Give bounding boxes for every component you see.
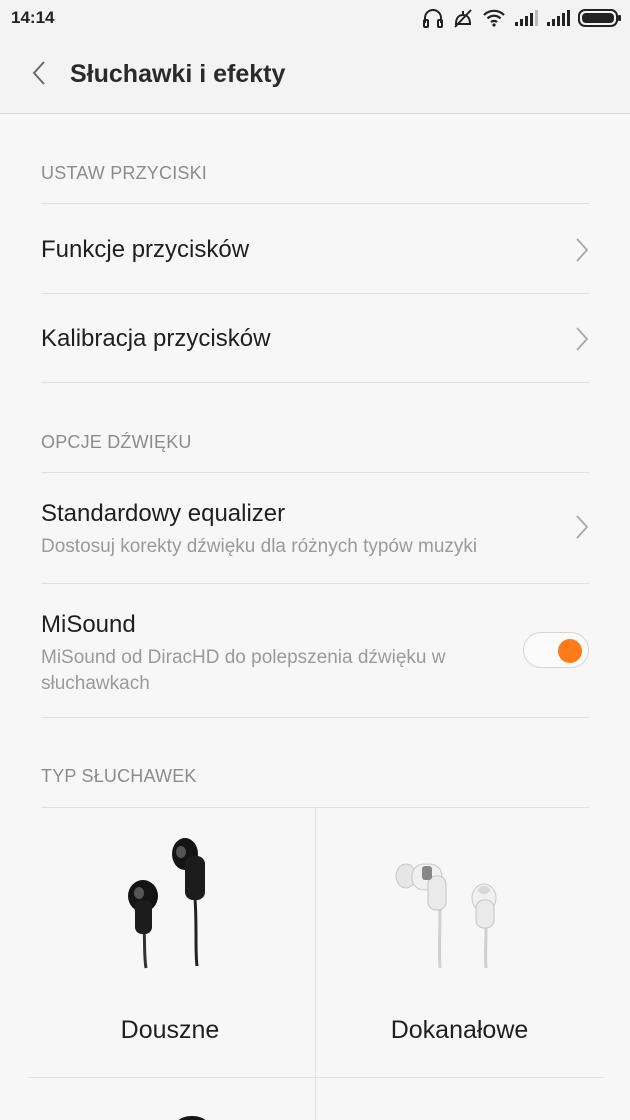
toggle-knob (558, 639, 582, 663)
description-line-2: słuchawkach (41, 673, 150, 694)
misound-toggle[interactable] (523, 632, 589, 668)
settings-item-description: Dostosuj korekty dźwięku dla różnych typ… (41, 536, 478, 557)
settings-item-button-calibration[interactable]: Kalibracja przycisków (0, 294, 630, 382)
grid-divider (315, 1078, 316, 1120)
chevron-left-icon (32, 60, 46, 91)
chevron-right-icon (574, 513, 590, 541)
settings-item-label: MiSound (41, 611, 136, 638)
headphone-option-label: Douszne (120, 1016, 220, 1044)
settings-item-label: Standardowy equalizer (41, 500, 286, 527)
signal-icon (514, 10, 538, 26)
signal-icon (546, 10, 570, 26)
headphone-option-partial[interactable] (41, 1078, 315, 1120)
black-earbuds-icon (121, 838, 221, 978)
vibrate-off-icon (452, 7, 474, 29)
status-icons (422, 6, 622, 30)
headphone-option-earbuds[interactable]: Douszne (41, 808, 315, 1077)
divider (41, 717, 589, 718)
app-header: Słuchawki i efekty (0, 36, 630, 114)
black-headphone-icon (174, 1112, 210, 1120)
headphone-option-label: Dokanałowe (390, 1016, 529, 1044)
settings-item-equalizer[interactable]: Standardowy equalizer Dostosuj korekty d… (0, 473, 630, 583)
status-bar: 14:14 (0, 0, 630, 36)
settings-item-description: MiSound od DiracHD do polepszenia dźwięk… (41, 645, 445, 697)
settings-item-label: Funkcje przycisków (41, 236, 250, 263)
chevron-right-icon (574, 236, 590, 264)
status-time: 14:14 (11, 8, 55, 27)
settings-item-label: Kalibracja przycisków (41, 325, 271, 352)
settings-item-button-functions[interactable]: Funkcje przycisków (0, 204, 630, 293)
page-title: Słuchawki i efekty (70, 60, 286, 88)
settings-item-misound[interactable]: MiSound MiSound od DiracHD do polepszeni… (0, 584, 630, 717)
white-in-ear-icon (392, 856, 502, 976)
battery-icon (578, 9, 622, 27)
section-label-headphone-type: TYP SŁUCHAWEK (41, 766, 197, 786)
headphones-icon (422, 8, 444, 28)
divider (41, 382, 589, 383)
section-label-buttons: USTAW PRZYCISKI (41, 163, 208, 183)
description-line-1: MiSound od DiracHD do polepszenia dźwięk… (41, 647, 446, 668)
chevron-right-icon (574, 325, 590, 353)
wifi-icon (482, 9, 506, 27)
section-label-sound: OPCJE DŹWIĘKU (41, 432, 192, 452)
headphone-option-in-ear[interactable]: Dokanałowe (316, 808, 589, 1077)
back-button[interactable] (24, 58, 54, 92)
